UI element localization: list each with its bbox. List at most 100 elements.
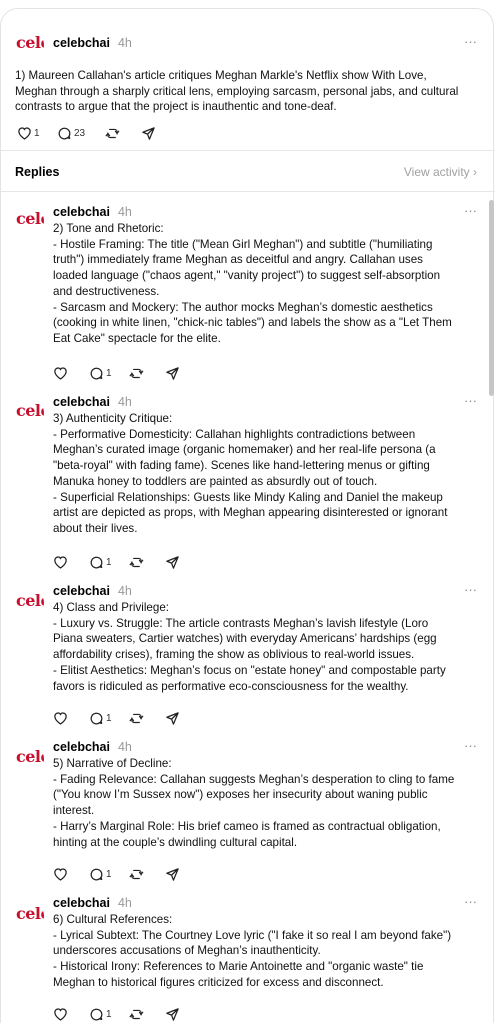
post-line: - Harry’s Marginal Role: His brief cameo… (53, 819, 441, 833)
avatar[interactable]: cele (14, 901, 44, 931)
username[interactable]: celebchai (53, 740, 110, 754)
share-icon (166, 366, 179, 380)
post-line: artist are depicted as props, with Megha… (53, 506, 448, 520)
reply-button[interactable]: 1 (89, 553, 129, 571)
comment-icon (90, 1008, 103, 1020)
post-line: "beta-royal" with fading fame). Scenes l… (53, 459, 430, 473)
avatar[interactable]: cele (14, 588, 44, 618)
post-actions: 1 23 (17, 124, 161, 142)
repost-button[interactable] (129, 553, 165, 571)
repost-icon (129, 1009, 144, 1019)
reply-count: 1 (106, 367, 112, 379)
repost-icon (129, 557, 144, 567)
reply-button[interactable]: 1 (89, 364, 129, 382)
reply-button[interactable]: 1 (89, 1005, 129, 1023)
avatar-logo-text: cele (16, 904, 44, 923)
like-count: 1 (34, 127, 40, 139)
post-line: 1) Maureen Callahan's article critiques … (15, 69, 427, 82)
post-line: 5) Narrative of Decline: (53, 757, 172, 770)
timestamp[interactable]: 4h (118, 205, 132, 219)
like-button[interactable] (53, 553, 89, 571)
timestamp[interactable]: 4h (118, 740, 132, 754)
post-meta: celebchai 4h (53, 202, 132, 222)
post-meta: celebchai 4h (53, 893, 132, 913)
post-line: affordability crises), framing the show … (53, 648, 415, 662)
heart-icon (18, 127, 31, 140)
avatar[interactable]: cele (14, 398, 44, 428)
replies-heading: Replies (15, 165, 60, 179)
more-icon[interactable]: ··· (464, 738, 477, 753)
repost-button[interactable] (129, 1005, 165, 1023)
reply-button[interactable]: 1 (89, 865, 129, 883)
reply-button[interactable]: 1 (89, 709, 129, 727)
view-activity-link[interactable]: View activity › (404, 165, 477, 179)
timestamp[interactable]: 4h (118, 896, 132, 910)
timestamp[interactable]: 4h (118, 395, 132, 409)
more-icon[interactable]: ··· (464, 894, 477, 909)
post-meta: celebchai 4h (53, 581, 132, 601)
reply-button[interactable]: 23 (57, 124, 105, 142)
like-button[interactable]: 1 (17, 124, 57, 142)
repost-button[interactable] (129, 364, 165, 382)
reply-count: 23 (74, 127, 86, 139)
post-meta: celebchai 4h (53, 392, 132, 412)
post-line: Meghan to historical figures criticized … (53, 975, 384, 989)
repost-button[interactable] (129, 709, 165, 727)
reply-count: 1 (106, 868, 112, 880)
reply-count: 1 (106, 1008, 112, 1020)
more-icon[interactable]: ··· (464, 393, 477, 408)
post-line: truth") immediately frame Meghan as dece… (53, 253, 423, 267)
share-button[interactable] (141, 124, 161, 142)
post-body: 4) Class and Privilege: - Luxury vs. Str… (53, 600, 446, 694)
heart-icon (54, 868, 67, 881)
avatar[interactable]: cele (14, 744, 44, 774)
post-line: - Superficial Relationships: Guests like… (53, 490, 443, 504)
repost-button[interactable] (105, 124, 141, 142)
more-icon[interactable]: ··· (464, 203, 477, 218)
avatar[interactable]: cele (14, 206, 44, 236)
avatar-logo-text: cele (16, 591, 44, 610)
post-line: underscores accusations of Meghan’s inau… (53, 944, 321, 958)
share-icon (166, 711, 179, 725)
like-button[interactable] (53, 1005, 89, 1023)
more-icon[interactable]: ··· (464, 582, 477, 597)
username[interactable]: celebchai (53, 395, 110, 409)
share-button[interactable] (165, 709, 185, 727)
like-button[interactable] (53, 709, 89, 727)
like-button[interactable] (53, 865, 89, 883)
username[interactable]: celebchai (53, 896, 110, 910)
post-line: - Hostile Framing: The title ("Mean Girl… (53, 237, 433, 251)
share-button[interactable] (165, 553, 185, 571)
avatar-logo-text: cele (16, 747, 44, 766)
heart-icon (54, 556, 67, 569)
more-icon[interactable]: ··· (464, 34, 477, 49)
heart-icon (54, 712, 67, 725)
username[interactable]: celebchai (53, 36, 110, 50)
post-meta: celebchai 4h (53, 33, 132, 53)
username[interactable]: celebchai (53, 584, 110, 598)
username[interactable]: celebchai (53, 205, 110, 219)
comment-icon (58, 127, 71, 139)
post-line: Meghan’s curated image (organic homemake… (53, 443, 436, 457)
share-button[interactable] (165, 865, 185, 883)
post-line: - Sarcasm and Mockery: The author mocks … (53, 300, 433, 314)
post-line: Eat Cake" spectacle for the elite. (53, 331, 221, 345)
post-line: - Performative Domesticity: Callahan hig… (53, 427, 416, 441)
avatar[interactable]: cele (14, 30, 44, 60)
like-button[interactable] (53, 364, 89, 382)
post-actions: 1 (53, 865, 185, 883)
post-line: Piana sweaters, Cartier watches) with ev… (53, 632, 437, 646)
share-button[interactable] (165, 364, 185, 382)
timestamp[interactable]: 4h (118, 36, 132, 50)
divider (0, 191, 495, 192)
post-line: (cooking in white linen, "chick-nic tabl… (53, 316, 452, 330)
avatar-logo-text: cele (16, 401, 44, 420)
repost-icon (129, 368, 144, 378)
reply-count: 1 (106, 712, 112, 724)
timestamp[interactable]: 4h (118, 584, 132, 598)
scrollbar-thumb[interactable] (489, 200, 494, 396)
repost-button[interactable] (129, 865, 165, 883)
post-line: - Luxury vs. Struggle: The article contr… (53, 616, 429, 630)
share-button[interactable] (165, 1005, 185, 1023)
comment-icon (90, 556, 103, 568)
